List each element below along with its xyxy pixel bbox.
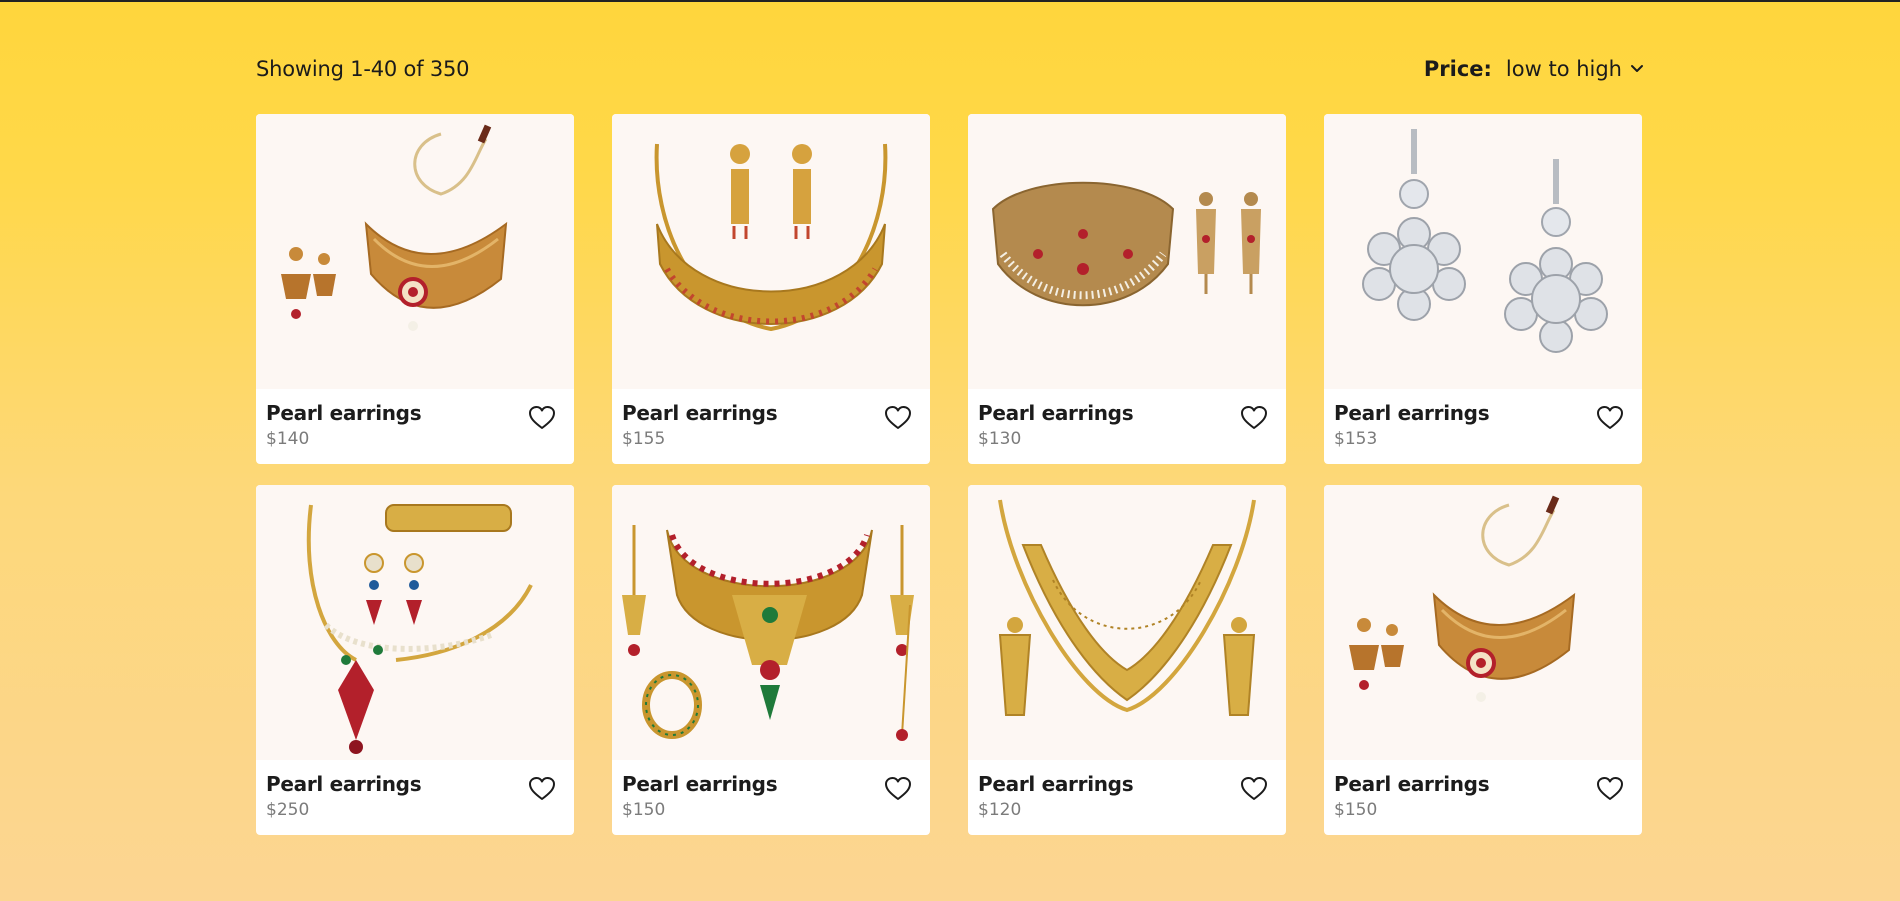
heart-icon[interactable]: [1240, 776, 1268, 802]
product-price: $150: [622, 800, 666, 820]
product-card[interactable]: Pearl earrings $153: [1324, 114, 1642, 464]
product-price: $140: [266, 429, 310, 449]
product-name[interactable]: Pearl earrings: [266, 772, 564, 796]
product-image[interactable]: [612, 485, 930, 760]
product-image[interactable]: [968, 114, 1286, 389]
product-price: $153: [1334, 429, 1378, 449]
results-toolbar: Showing 1-40 of 350 Price: low to high: [256, 54, 1644, 84]
product-name[interactable]: Pearl earrings: [1334, 772, 1632, 796]
product-image[interactable]: [968, 485, 1286, 760]
product-card[interactable]: Pearl earrings $155: [612, 114, 930, 464]
product-price: $130: [978, 429, 1022, 449]
product-image[interactable]: [1324, 114, 1642, 389]
product-name[interactable]: Pearl earrings: [978, 401, 1276, 425]
product-name[interactable]: Pearl earrings: [266, 401, 564, 425]
results-count: Showing 1-40 of 350: [256, 57, 470, 81]
product-image[interactable]: [1324, 485, 1642, 760]
heart-icon[interactable]: [1240, 405, 1268, 431]
product-name[interactable]: Pearl earrings: [622, 772, 920, 796]
heart-icon[interactable]: [1596, 405, 1624, 431]
product-name[interactable]: Pearl earrings: [1334, 401, 1632, 425]
product-card[interactable]: Pearl earrings $150: [1324, 485, 1642, 835]
chevron-down-icon: [1630, 64, 1644, 74]
product-card[interactable]: Pearl earrings $120: [968, 485, 1286, 835]
product-price: $250: [266, 800, 310, 820]
product-name[interactable]: Pearl earrings: [622, 401, 920, 425]
heart-icon[interactable]: [884, 776, 912, 802]
heart-icon[interactable]: [528, 405, 556, 431]
sort-label: Price:: [1423, 57, 1492, 81]
sort-value: low to high: [1505, 57, 1622, 81]
product-price: $155: [622, 429, 666, 449]
price-sort-dropdown[interactable]: Price: low to high: [1424, 57, 1644, 81]
product-card[interactable]: Pearl earrings $150: [612, 485, 930, 835]
product-card[interactable]: Pearl earrings $140: [256, 114, 574, 464]
heart-icon[interactable]: [884, 405, 912, 431]
product-price: $150: [1334, 800, 1378, 820]
product-card[interactable]: Pearl earrings $130: [968, 114, 1286, 464]
product-image[interactable]: [256, 114, 574, 389]
product-name[interactable]: Pearl earrings: [978, 772, 1276, 796]
heart-icon[interactable]: [528, 776, 556, 802]
product-card[interactable]: Pearl earrings $250: [256, 485, 574, 835]
product-grid: Pearl earrings $140 Pearl earrings $155 …: [256, 114, 1644, 835]
product-price: $120: [978, 800, 1022, 820]
heart-icon[interactable]: [1596, 776, 1624, 802]
product-image[interactable]: [256, 485, 574, 760]
product-image[interactable]: [612, 114, 930, 389]
